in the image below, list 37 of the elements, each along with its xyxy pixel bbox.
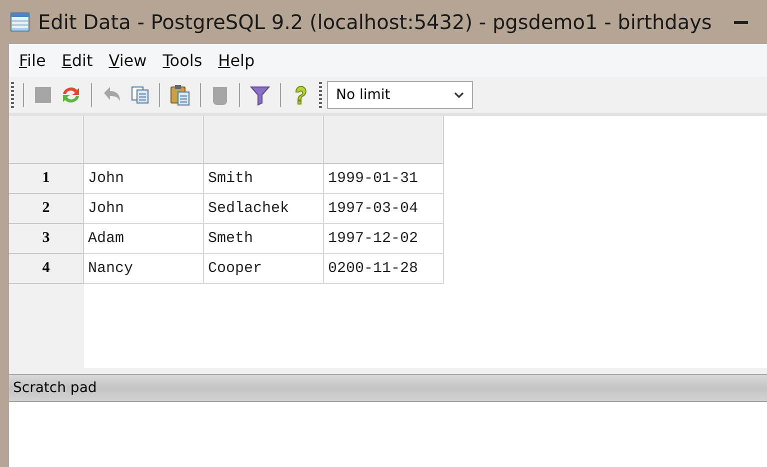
funnel-icon [249, 84, 271, 106]
row-number[interactable]: 1 [9, 164, 84, 194]
scratch-pad-field[interactable] [9, 402, 767, 467]
limit-dropdown[interactable]: No limit [327, 81, 473, 109]
menu-item[interactable]: Edit [54, 51, 101, 70]
table-cell: Adam [84, 224, 204, 254]
cylinder-icon [210, 84, 230, 106]
menu-item[interactable]: View [100, 51, 155, 70]
table-cell: 1997-12-02 [324, 224, 444, 254]
menu-item[interactable]: File [11, 51, 54, 70]
window-title: Edit Data - PostgreSQL 9.2 (localhost:5432) - pgsdemo1 - birthdays [38, 10, 712, 34]
table-cell: Cooper [204, 254, 324, 284]
table-cell: John [84, 164, 204, 194]
table-cell: Sedlachek [204, 194, 324, 224]
table-cell: Smith [204, 164, 324, 194]
table-cell: 1999-01-31 [324, 164, 444, 194]
minimize-button[interactable] [734, 20, 748, 24]
column-header[interactable] [324, 116, 444, 164]
chevron-icon [454, 92, 464, 98]
table-cell: John [84, 194, 204, 224]
menu-item[interactable]: Tools [154, 51, 210, 70]
scratch-pad-header: Scratch pad [9, 374, 767, 402]
row-number[interactable]: 2 [9, 194, 84, 224]
table-cell: 0200-11-28 [324, 254, 444, 284]
paste-icon [169, 84, 191, 106]
menu-item[interactable]: Help [210, 51, 263, 70]
table-cell: Nancy [84, 254, 204, 284]
table-cell: 1997-03-04 [324, 194, 444, 224]
row-number[interactable]: 4 [9, 254, 84, 284]
grid-corner[interactable] [9, 116, 84, 164]
square-icon [33, 85, 53, 105]
column-header[interactable] [204, 116, 324, 164]
table-cell: Smeth [204, 224, 324, 254]
copy-icon [130, 85, 150, 105]
table-icon [10, 12, 30, 32]
row-number[interactable]: 3 [9, 224, 84, 254]
column-header[interactable] [84, 116, 204, 164]
